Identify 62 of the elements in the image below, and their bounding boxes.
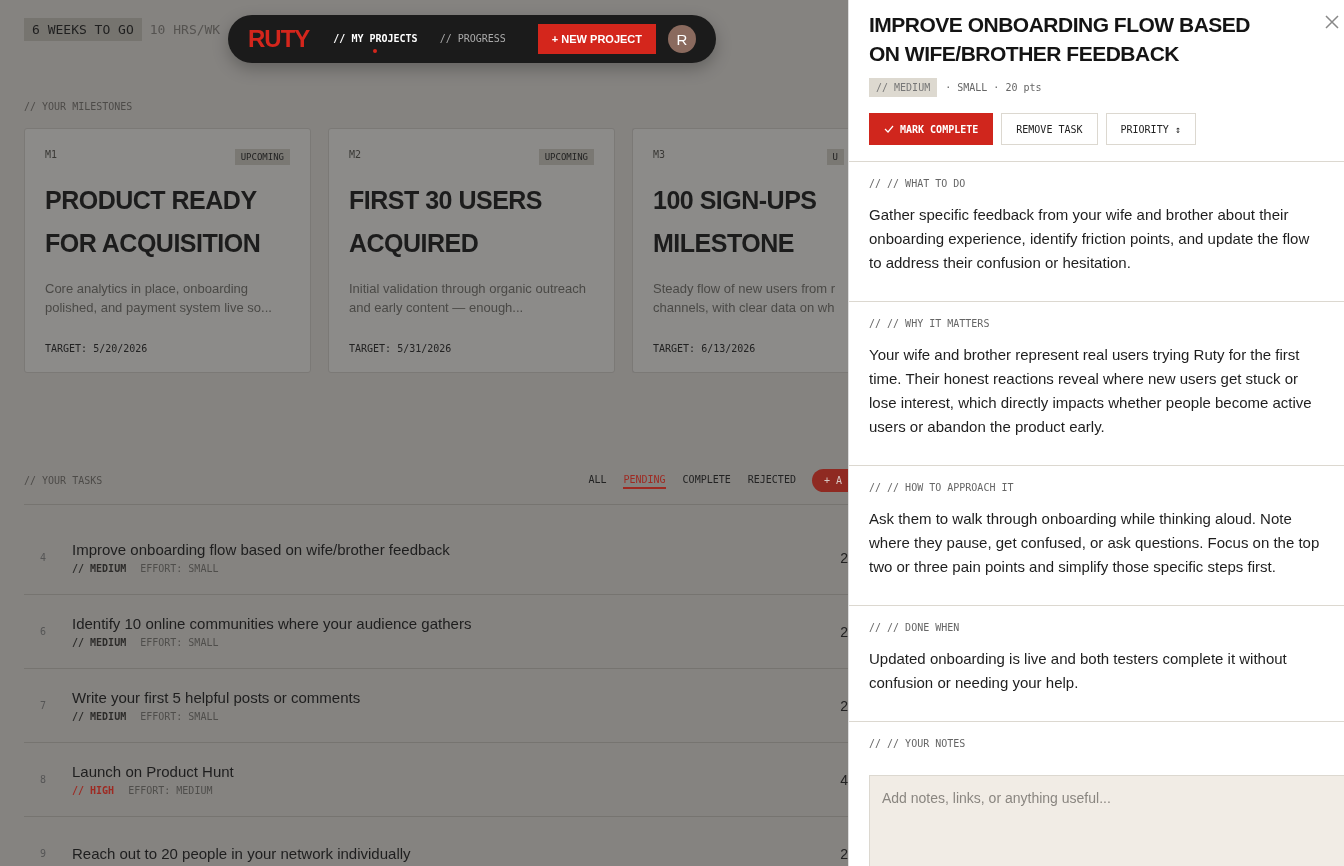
action-button[interactable]: PRIORITY ↕ <box>1105 113 1196 145</box>
action-button[interactable]: REMOVE TASK <box>1001 113 1098 145</box>
milestone-title: 100 SIGN-UPS MILESTONE <box>653 185 818 259</box>
table-cell: 2 <box>840 623 848 640</box>
section-label: // // WHAT TO DO <box>869 178 967 189</box>
target-date: TARGET: 5/31/2026 <box>349 343 453 354</box>
priority-label: // MEDIUM <box>72 637 127 648</box>
nav-tab[interactable]: // MY PROJECTS <box>333 24 418 54</box>
table-cell: 4 <box>840 771 848 788</box>
milestone-description: Initial validation through organic outreach and early content — enough... <box>349 280 588 317</box>
table-cell: 2 <box>840 845 848 862</box>
milestone-code: M3 <box>653 149 666 160</box>
section-label: // // HOW TO APPROACH IT <box>869 482 1015 493</box>
section-heading: // YOUR MILESTONES <box>24 101 134 112</box>
task-meta: · SMALL · 20 pts <box>945 82 1042 93</box>
table-cell: 2 <box>840 697 848 714</box>
section-label: // // YOUR NOTES <box>869 738 967 749</box>
check-icon <box>884 125 894 133</box>
milestone-title: PRODUCT READY FOR ACQUISITION <box>45 185 262 259</box>
section-text: Updated onboarding is live and both testers complete it without confusion or needing your help. <box>869 649 1288 693</box>
task-title[interactable]: Reach out to 20 people in your network individually <box>72 845 841 862</box>
table-cell: 2 <box>840 549 848 566</box>
priority-label: // MEDIUM <box>72 711 127 722</box>
task-title[interactable]: Write your first 5 helpful posts or comments <box>72 689 841 706</box>
target-date: TARGET: 6/13/2026 <box>653 343 757 354</box>
task-title[interactable]: Identify 10 online communities where your audience gathers <box>72 615 841 632</box>
task-title[interactable]: Launch on Product Hunt <box>72 763 841 780</box>
task-detail-title: IMPROVE ONBOARDING FLOW BASED ON WIFE/BROTHER FEEDBACK <box>869 12 1251 67</box>
priority-label: // HIGH <box>72 785 115 796</box>
section-text: Ask them to walk through onboarding while thinking aloud. Note where they pause, get confused, or ask questions. Focus on the top two or three pain points and simplify those specific steps first. <box>869 509 1321 577</box>
priority-badge: // MEDIUM <box>869 78 938 97</box>
status-badge: UPCOMING <box>234 149 290 165</box>
filter-tab[interactable]: COMPLETE <box>682 472 731 489</box>
task-title[interactable]: Improve onboarding flow based on wife/brother feedback <box>72 541 841 558</box>
close-icon[interactable] <box>1324 14 1340 30</box>
mark-complete-button[interactable]: MARK COMPLETE <box>869 113 994 145</box>
milestone-code: M1 <box>45 149 58 160</box>
milestone-description: Steady flow of new users from r channels, with clear data on wh <box>653 280 837 317</box>
milestone-title: FIRST 30 USERS ACQUIRED <box>349 185 544 259</box>
logo: RUTY <box>248 25 310 53</box>
section-label: // // DONE WHEN <box>869 622 961 633</box>
new-project-button[interactable]: + NEW PROJECT <box>537 24 656 54</box>
section-heading: // YOUR TASKS <box>24 475 104 486</box>
priority-label: // MEDIUM <box>72 563 127 574</box>
add-task-button[interactable]: + A <box>811 469 848 492</box>
section-text: Gather specific feedback from your wife and brother about their onboarding experience, identify friction points, and update the flow to address their confusion or hesitation. <box>869 205 1311 273</box>
milestone-description: Core analytics in place, onboarding polished, and payment system live so... <box>45 280 273 317</box>
status-badge: UPCOMING <box>538 149 594 165</box>
milestone-card[interactable]: M1 UPCOMING PRODUCT READY FOR ACQUISITION Core analytics in place, onboarding polished, and payment system live so... TARGET: 5/20/2026 <box>24 128 311 373</box>
section-text: Your wife and brother represent real users trying Ruty for the first time. Their honest reactions reveal where new users get stuck or lose interest, which directly impacts whether people become active users or abandon the product early. <box>869 345 1313 437</box>
notes-field[interactable]: Add notes, links, or anything useful... <box>869 775 1344 866</box>
milestone-code: M2 <box>349 149 362 160</box>
section-label: // // WHY IT MATTERS <box>869 318 991 329</box>
milestone-card[interactable]: M3 U 100 SIGN-UPS MILESTONE Steady flow of new users from r channels, with clear data on wh TARGET: 6/13/2026 <box>632 128 848 373</box>
filter-tab[interactable]: REJECTED <box>747 472 796 489</box>
nav-tab[interactable]: // PROGRESS <box>439 24 506 54</box>
target-date: TARGET: 5/20/2026 <box>45 343 149 354</box>
filter-tab[interactable]: ALL <box>588 472 607 489</box>
status-badge: U <box>826 149 844 165</box>
milestone-card[interactable]: M2 UPCOMING FIRST 30 USERS ACQUIRED Initial validation through organic outreach and early content — enough... TARGET: 5/31/2026 <box>328 128 615 373</box>
avatar[interactable]: R <box>668 25 696 53</box>
weeks-badge: 6 WEEKS TO GO <box>24 18 142 41</box>
